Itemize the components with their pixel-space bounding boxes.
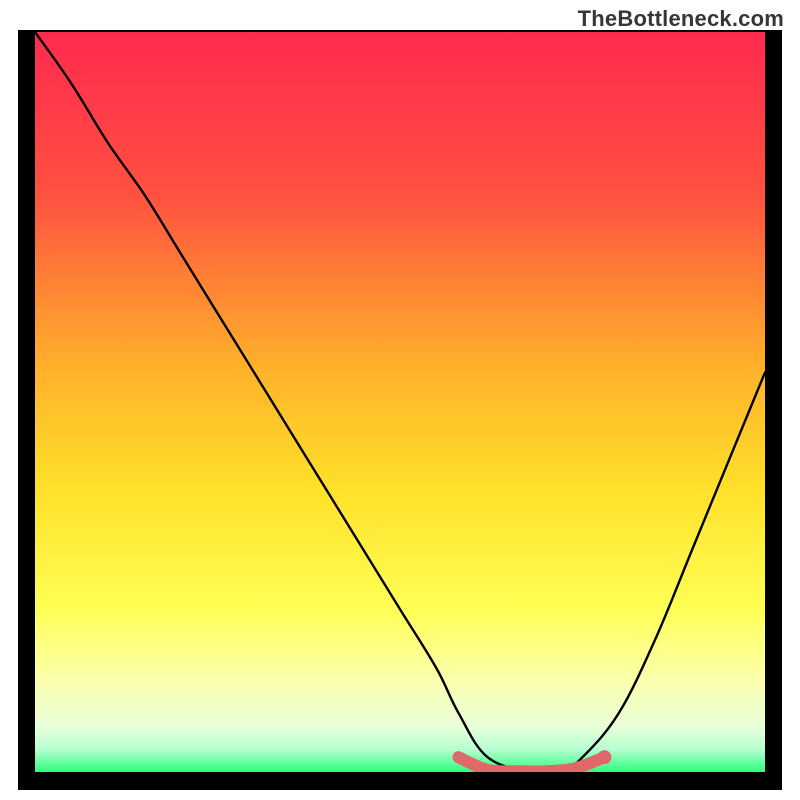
plot-area	[35, 32, 765, 772]
chart-svg	[35, 32, 765, 772]
optimal-zone-end-dot	[597, 750, 611, 764]
watermark-text: TheBottleneck.com	[578, 6, 784, 32]
chart-frame	[18, 30, 782, 790]
bottleneck-curve	[35, 32, 765, 772]
optimal-zone-highlight	[458, 757, 604, 771]
